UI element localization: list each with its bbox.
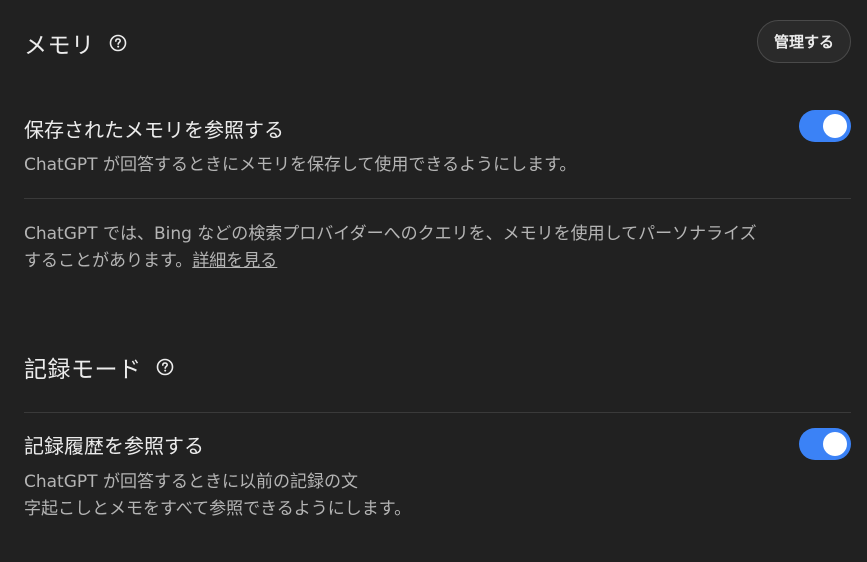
- saved-memory-description: ChatGPT が回答するときにメモリを保存して使用できるようにします。: [24, 155, 577, 175]
- record-history-title: 記録履歴を参照する: [24, 434, 204, 458]
- toggle-knob: [823, 114, 847, 138]
- description-line-2: 字起こしとメモをすべて参照できるようにします。: [24, 499, 412, 519]
- question-circle-icon[interactable]: [156, 358, 174, 376]
- memory-title: メモリ: [24, 33, 95, 59]
- search-personalization-note: ChatGPT では、Bing などの検索プロバイダーへのクエリを、メモリを使用…: [24, 221, 757, 275]
- memory-header: メモリ: [24, 26, 127, 60]
- note-line-2: することがあります。詳細を見る: [24, 248, 757, 275]
- record-mode-title: 記録モード: [24, 357, 142, 383]
- record-history-toggle[interactable]: [799, 428, 851, 460]
- saved-memory-toggle[interactable]: [799, 110, 851, 142]
- settings-panel: メモリ 管理する 保存されたメモリを参照する ChatGPT が回答するときにメ…: [0, 0, 867, 562]
- saved-memory-title: 保存されたメモリを参照する: [24, 118, 284, 142]
- learn-more-link[interactable]: 詳細を見る: [192, 251, 277, 271]
- question-circle-icon[interactable]: [109, 34, 127, 52]
- note-line-2-text: することがあります。: [24, 251, 193, 271]
- toggle-knob: [823, 432, 847, 456]
- note-line-1: ChatGPT では、Bing などの検索プロバイダーへのクエリを、メモリを使用…: [24, 224, 757, 244]
- divider: [24, 198, 851, 199]
- record-history-description: ChatGPT が回答するときに以前の記録の文 字起こしとメモをすべて参照できる…: [24, 469, 411, 523]
- description-line-1: ChatGPT が回答するときに以前の記録の文: [24, 472, 358, 492]
- divider: [24, 412, 851, 413]
- manage-memory-button[interactable]: 管理する: [756, 20, 851, 63]
- record-mode-header: 記録モード: [24, 350, 174, 384]
